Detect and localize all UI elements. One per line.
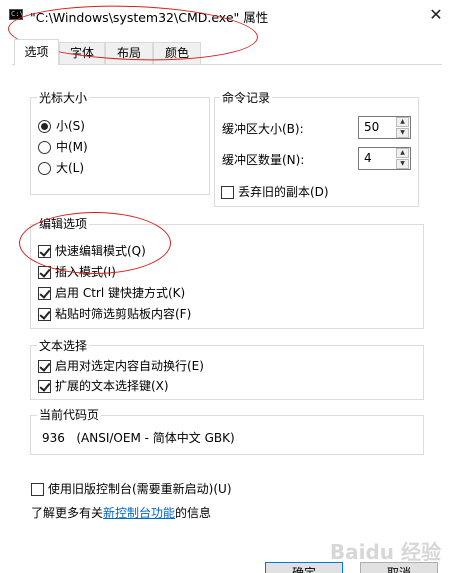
insert-mode-label: 插入模式(I) (55, 265, 116, 279)
learn-more-text: 了解更多有关新控制台功能的信息 (31, 505, 211, 521)
buffer-count-label: 缓冲区数量(N): (222, 153, 305, 167)
filter-paste-checkbox[interactable] (38, 308, 51, 321)
cursor-size-title: 光标大小 (37, 91, 90, 105)
learn-more-suffix: 的信息 (175, 506, 212, 520)
close-icon[interactable]: ✕ (426, 5, 446, 25)
ctrl-shortcuts-checkbox[interactable] (38, 287, 51, 300)
spin-up-icon[interactable]: ▲ (396, 148, 409, 158)
quick-edit-label: 快速编辑模式(Q) (55, 244, 146, 258)
spin-up-icon[interactable]: ▲ (396, 117, 409, 127)
buffer-count-value[interactable]: 4 (364, 151, 372, 165)
cursor-medium-label: 中(M) (56, 140, 88, 154)
ctrl-shortcuts-label: 启用 Ctrl 键快捷方式(K) (55, 286, 186, 300)
command-history-title: 命令记录 (220, 91, 273, 105)
cursor-small-radio[interactable] (38, 120, 51, 133)
legacy-console-checkbox[interactable] (31, 483, 44, 496)
line-wrap-selection-label: 启用对选定内容自动换行(E) (55, 359, 204, 373)
code-page-title: 当前代码页 (37, 408, 102, 422)
learn-more-prefix: 了解更多有关 (31, 506, 104, 520)
legacy-console-label: 使用旧版控制台(需要重新启动)(U) (48, 482, 232, 496)
edit-options-title: 编辑选项 (37, 217, 90, 231)
tab-font[interactable]: 字体 (59, 42, 105, 64)
cmd-icon-label: C:\ (11, 10, 24, 18)
cursor-medium-radio[interactable] (38, 141, 51, 154)
tab-layout[interactable]: 布局 (105, 42, 153, 64)
buffer-count-spinner[interactable]: 4 ▲ ▼ (358, 147, 411, 170)
insert-mode-checkbox[interactable] (38, 266, 51, 279)
watermark: Baidu 经验 (329, 540, 441, 564)
buffer-size-spinner[interactable]: 50 ▲ ▼ (358, 116, 411, 139)
spin-down-icon[interactable]: ▼ (396, 159, 409, 169)
spin-down-icon[interactable]: ▼ (396, 128, 409, 138)
extended-selection-label: 扩展的文本选择键(X) (55, 379, 169, 393)
window-title: "C:\Windows\system32\CMD.exe" 属性 (30, 10, 269, 25)
cmd-app-icon: C:\ (9, 9, 24, 20)
line-wrap-selection-checkbox[interactable] (38, 360, 51, 373)
discard-old-checkbox[interactable] (221, 186, 234, 199)
code-page-value: 936 (ANSI/OEM - 简体中文 GBK) (42, 431, 235, 445)
tab-options[interactable]: 选项 (14, 39, 59, 65)
cursor-large-label: 大(L) (56, 161, 85, 175)
extended-selection-checkbox[interactable] (38, 380, 51, 393)
new-console-features-link[interactable]: 新控制台功能 (103, 506, 175, 520)
filter-paste-label: 粘贴时筛选剪贴板内容(F) (55, 307, 192, 321)
text-selection-title: 文本选择 (37, 339, 90, 353)
buffer-size-value[interactable]: 50 (364, 120, 379, 134)
cursor-small-label: 小(S) (56, 119, 85, 133)
tab-colors[interactable]: 颜色 (153, 42, 201, 64)
tab-divider (12, 64, 442, 65)
cursor-large-radio[interactable] (38, 162, 51, 175)
buffer-size-label: 缓冲区大小(B): (222, 122, 304, 136)
quick-edit-checkbox[interactable] (38, 245, 51, 258)
discard-old-label: 丢弃旧的副本(D) (238, 185, 329, 199)
